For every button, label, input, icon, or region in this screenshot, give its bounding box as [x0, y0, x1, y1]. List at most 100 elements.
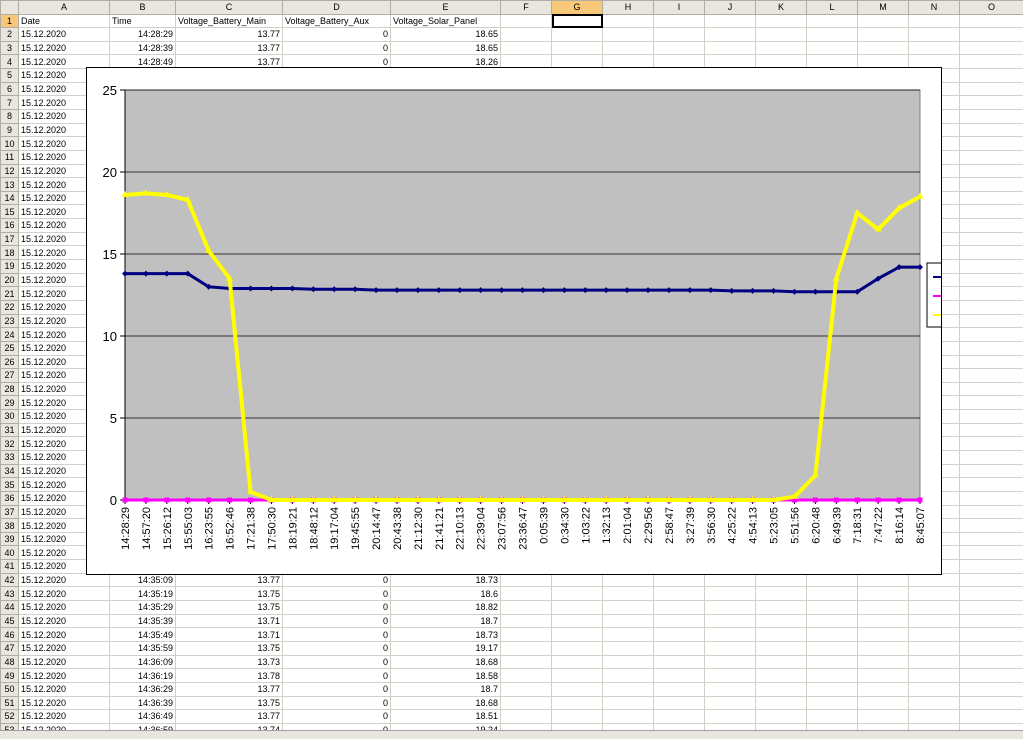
cell-f52[interactable]: [501, 710, 552, 724]
cell-m42[interactable]: [858, 573, 909, 587]
row-header[interactable]: 33: [1, 451, 19, 465]
cell-o7[interactable]: [960, 96, 1023, 110]
row-header[interactable]: 31: [1, 423, 19, 437]
cell-g44[interactable]: [552, 601, 603, 615]
row-header[interactable]: 28: [1, 382, 19, 396]
cell-a49[interactable]: 15.12.2020: [19, 669, 110, 683]
cell-e1[interactable]: Voltage_Solar_Panel: [391, 14, 501, 28]
cell-j50[interactable]: [705, 682, 756, 696]
cell-b46[interactable]: 14:35:49: [110, 628, 176, 642]
cell-h47[interactable]: [603, 641, 654, 655]
cell-b42[interactable]: 14:35:09: [110, 573, 176, 587]
row-header[interactable]: 5: [1, 69, 19, 83]
cell-f49[interactable]: [501, 669, 552, 683]
cell-l43[interactable]: [807, 587, 858, 601]
cell-e47[interactable]: 19.17: [391, 641, 501, 655]
cell-o12[interactable]: [960, 164, 1023, 178]
cell-j2[interactable]: [705, 28, 756, 42]
row-header[interactable]: 15: [1, 205, 19, 219]
cell-e49[interactable]: 18.58: [391, 669, 501, 683]
cell-h44[interactable]: [603, 601, 654, 615]
cell-m49[interactable]: [858, 669, 909, 683]
cell-n48[interactable]: [909, 655, 960, 669]
row-header[interactable]: 51: [1, 696, 19, 710]
cell-i3[interactable]: [654, 41, 705, 55]
embedded-chart[interactable]: 051015202514:28:2914:57:2015:26:1215:55:…: [86, 67, 942, 575]
select-all-corner[interactable]: [1, 1, 19, 15]
cell-n50[interactable]: [909, 682, 960, 696]
cell-n47[interactable]: [909, 641, 960, 655]
cell-g42[interactable]: [552, 573, 603, 587]
row-header[interactable]: 44: [1, 601, 19, 615]
cell-o43[interactable]: [960, 587, 1023, 601]
cell-b45[interactable]: 14:35:39: [110, 614, 176, 628]
cell-b2[interactable]: 14:28:29: [110, 28, 176, 42]
cell-d51[interactable]: 0: [283, 696, 391, 710]
cell-m44[interactable]: [858, 601, 909, 615]
cell-e46[interactable]: 18.73: [391, 628, 501, 642]
cell-o21[interactable]: [960, 287, 1023, 301]
cell-o24[interactable]: [960, 328, 1023, 342]
cell-i47[interactable]: [654, 641, 705, 655]
row-header[interactable]: 37: [1, 505, 19, 519]
cell-h1[interactable]: [603, 14, 654, 28]
cell-g49[interactable]: [552, 669, 603, 683]
cell-c52[interactable]: 13.77: [176, 710, 283, 724]
cell-f51[interactable]: [501, 696, 552, 710]
cell-b44[interactable]: 14:35:29: [110, 601, 176, 615]
row-header[interactable]: 27: [1, 369, 19, 383]
cell-h3[interactable]: [603, 41, 654, 55]
cell-l50[interactable]: [807, 682, 858, 696]
cell-c45[interactable]: 13.71: [176, 614, 283, 628]
cell-l46[interactable]: [807, 628, 858, 642]
cell-a42[interactable]: 15.12.2020: [19, 573, 110, 587]
row-header[interactable]: 16: [1, 219, 19, 233]
cell-o31[interactable]: [960, 423, 1023, 437]
cell-o8[interactable]: [960, 109, 1023, 123]
column-header-g[interactable]: G: [552, 1, 603, 15]
row-header[interactable]: 38: [1, 519, 19, 533]
column-header-c[interactable]: C: [176, 1, 283, 15]
cell-e45[interactable]: 18.7: [391, 614, 501, 628]
row-header[interactable]: 20: [1, 273, 19, 287]
row-header[interactable]: 11: [1, 150, 19, 164]
row-header[interactable]: 35: [1, 478, 19, 492]
cell-f48[interactable]: [501, 655, 552, 669]
cell-b52[interactable]: 14:36:49: [110, 710, 176, 724]
cell-l42[interactable]: [807, 573, 858, 587]
cell-i52[interactable]: [654, 710, 705, 724]
cell-l1[interactable]: [807, 14, 858, 28]
cell-n1[interactable]: [909, 14, 960, 28]
cell-h43[interactable]: [603, 587, 654, 601]
cell-j48[interactable]: [705, 655, 756, 669]
cell-c47[interactable]: 13.75: [176, 641, 283, 655]
column-header-k[interactable]: K: [756, 1, 807, 15]
cell-o40[interactable]: [960, 546, 1023, 560]
cell-b50[interactable]: 14:36:29: [110, 682, 176, 696]
cell-o15[interactable]: [960, 205, 1023, 219]
row-header[interactable]: 29: [1, 396, 19, 410]
cell-m45[interactable]: [858, 614, 909, 628]
cell-o6[interactable]: [960, 82, 1023, 96]
cell-c3[interactable]: 13.77: [176, 41, 283, 55]
cell-h2[interactable]: [603, 28, 654, 42]
cell-o2[interactable]: [960, 28, 1023, 42]
cell-o30[interactable]: [960, 410, 1023, 424]
row-header[interactable]: 9: [1, 123, 19, 137]
cell-o33[interactable]: [960, 451, 1023, 465]
cell-o5[interactable]: [960, 69, 1023, 83]
row-header[interactable]: 47: [1, 641, 19, 655]
cell-o11[interactable]: [960, 150, 1023, 164]
cell-o1[interactable]: [960, 14, 1023, 28]
cell-d2[interactable]: 0: [283, 28, 391, 42]
row-header[interactable]: 21: [1, 287, 19, 301]
row-header[interactable]: 18: [1, 246, 19, 260]
cell-m43[interactable]: [858, 587, 909, 601]
cell-o38[interactable]: [960, 519, 1023, 533]
cell-k50[interactable]: [756, 682, 807, 696]
row-header[interactable]: 24: [1, 328, 19, 342]
column-header-l[interactable]: L: [807, 1, 858, 15]
cell-a51[interactable]: 15.12.2020: [19, 696, 110, 710]
column-header-e[interactable]: E: [391, 1, 501, 15]
cell-h50[interactable]: [603, 682, 654, 696]
